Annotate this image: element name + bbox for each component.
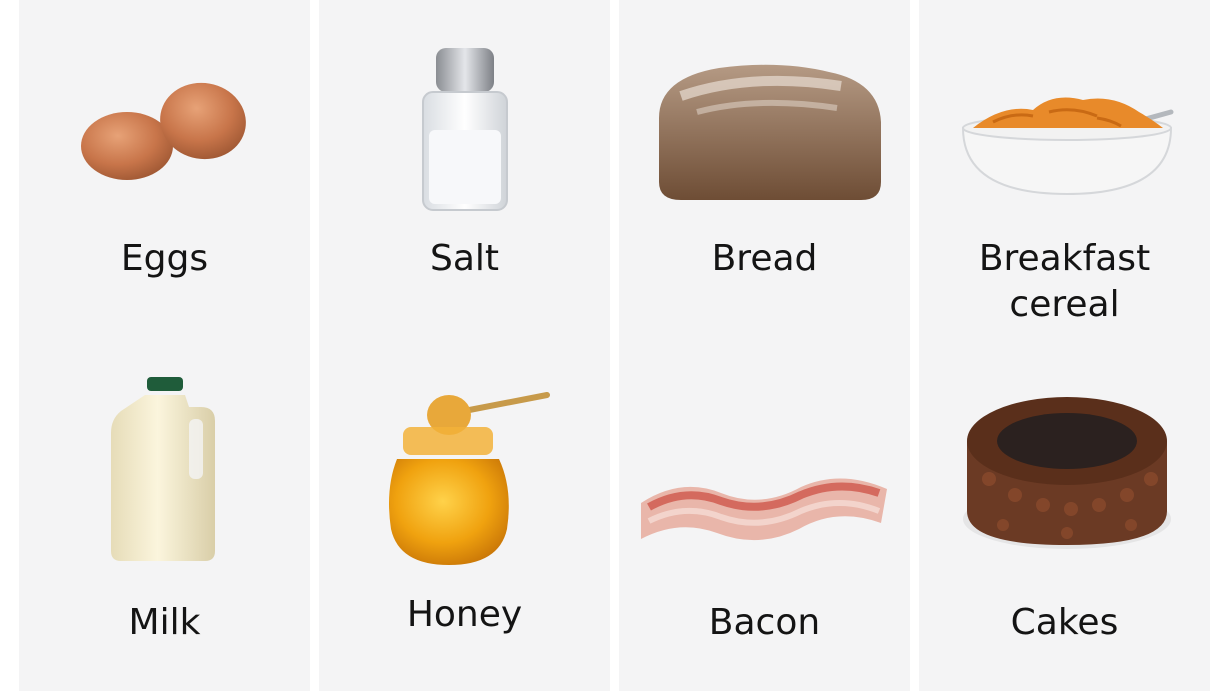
milk-bottle-icon — [111, 377, 215, 561]
food-card-honey: Honey — [319, 345, 610, 691]
food-label: Salt — [429, 238, 500, 279]
food-column-1: Eggs Milk — [19, 0, 310, 691]
food-card-bread: Bread — [619, 0, 910, 345]
food-label: Milk — [128, 602, 201, 643]
food-label: Breakfast cereal — [978, 238, 1151, 325]
bread-loaf-icon — [659, 64, 881, 200]
food-label: Honey — [406, 594, 523, 635]
food-card-bacon: Bacon — [619, 345, 910, 691]
salt-shaker-icon — [422, 48, 508, 211]
food-column-3: Bread Bacon — [619, 0, 910, 691]
food-card-cakes: Cakes — [919, 345, 1210, 691]
food-label: Bread — [711, 238, 818, 279]
eggs-icon — [81, 82, 246, 180]
food-label: Cakes — [1010, 602, 1119, 643]
food-column-4: Breakfast cereal Cakes — [919, 0, 1210, 691]
food-label: Eggs — [120, 238, 209, 279]
food-card-breakfast-cereal: Breakfast cereal — [919, 0, 1210, 345]
food-card-salt: Salt — [319, 0, 610, 345]
chocolate-cake-icon — [963, 397, 1171, 549]
cereal-bowl-icon — [961, 97, 1174, 196]
food-card-milk: Milk — [19, 345, 310, 691]
food-column-2: Salt Honey — [319, 0, 610, 691]
food-card-eggs: Eggs — [19, 0, 310, 345]
honey-jar-icon — [389, 392, 550, 565]
bacon-icon — [641, 478, 887, 541]
food-label: Bacon — [708, 602, 821, 643]
